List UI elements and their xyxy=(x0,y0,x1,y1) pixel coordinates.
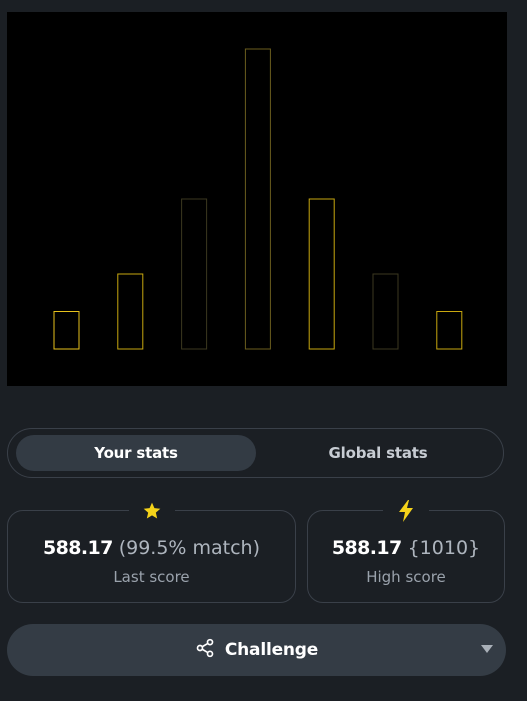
chart-svg xyxy=(53,48,463,350)
last-score-label: Last score xyxy=(113,568,190,586)
share-icon xyxy=(195,638,215,662)
high-score-label: High score xyxy=(366,568,446,586)
high-score-value: 588.17 xyxy=(331,537,402,559)
last-score-match: (99.5% match) xyxy=(118,537,261,559)
bar-6 xyxy=(372,273,399,350)
last-score-value: 588.17 xyxy=(42,537,113,559)
star-icon xyxy=(128,498,175,524)
challenge-label: Challenge xyxy=(224,640,319,660)
score-distribution-chart xyxy=(7,12,507,386)
high-score-count: {1010} xyxy=(407,537,481,559)
bar-1 xyxy=(53,311,80,350)
tab-global-stats[interactable]: Global stats xyxy=(258,435,498,471)
stats-toggle: Your stats Global stats xyxy=(7,428,504,478)
last-score-line: 588.17 (99.5% match) xyxy=(8,537,295,559)
tab-your-stats-label: Your stats xyxy=(94,444,178,462)
bar-7 xyxy=(436,311,463,350)
high-score-card: 588.17 {1010} High score xyxy=(307,498,505,603)
tab-global-stats-label: Global stats xyxy=(328,444,428,462)
challenge-button[interactable]: Challenge xyxy=(7,624,506,676)
bar-3 xyxy=(181,198,208,350)
high-score-line: 588.17 {1010} xyxy=(308,537,504,559)
lightning-icon xyxy=(383,498,429,524)
last-score-card: 588.17 (99.5% match) Last score xyxy=(7,498,296,603)
bar-5 xyxy=(308,198,335,350)
tab-your-stats[interactable]: Your stats xyxy=(16,435,256,471)
bar-2 xyxy=(117,273,144,350)
bar-4 xyxy=(244,48,271,350)
chevron-down-icon[interactable] xyxy=(480,642,494,656)
